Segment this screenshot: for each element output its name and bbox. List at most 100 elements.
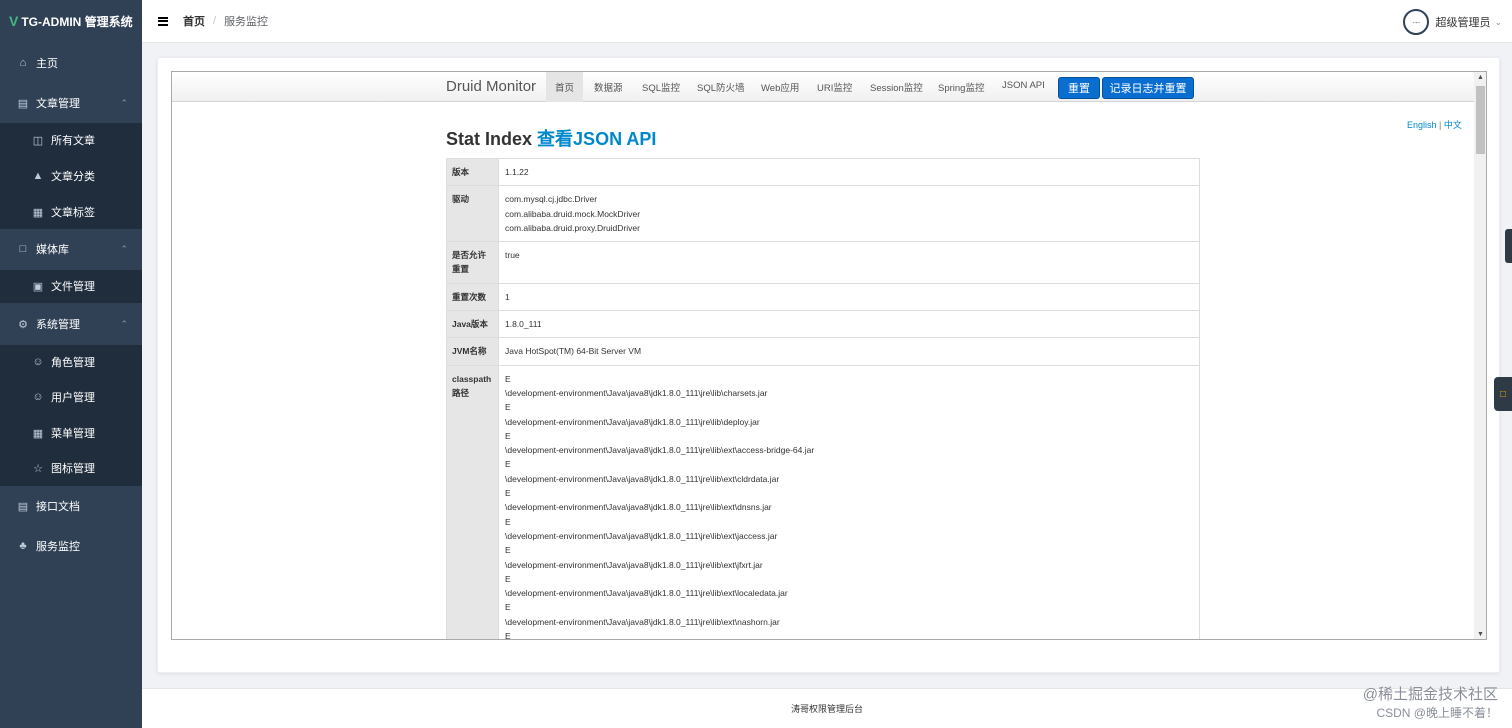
breadcrumb-current: 服务监控	[224, 16, 269, 28]
row-value-line: E	[505, 488, 511, 499]
sidebar-item-label: 文件管理	[51, 281, 95, 293]
sidebar-item-home[interactable]: ⌂ 主页	[0, 48, 142, 78]
sidebar-item-user-management[interactable]: ☺ 用户管理	[0, 382, 142, 412]
grid-icon: ▦	[32, 206, 44, 219]
lock-icon: ▲	[32, 170, 44, 182]
json-api-link[interactable]: 查看JSON API	[537, 129, 656, 149]
reset-button[interactable]: 重置	[1058, 77, 1100, 99]
table-row: 驱动 com.mysql.cj.jdbc.Driver com.alibaba.dr…	[446, 185, 1200, 243]
row-value: 1.8.0_111	[498, 310, 1200, 339]
table-row: Java版本 1.8.0_111	[446, 310, 1200, 339]
log-and-reset-button[interactable]: 记录日志并重置	[1102, 77, 1194, 99]
sidebar-item-label: 接口文档	[36, 501, 80, 513]
row-value-line: E	[505, 545, 511, 556]
lang-english-link[interactable]: English	[1407, 120, 1437, 130]
user-icon: ☺	[32, 356, 44, 368]
plugin-icon: □	[1499, 388, 1507, 400]
sidebar-item-label: 文章分类	[51, 171, 95, 183]
picture-icon: ▣	[32, 280, 44, 293]
row-value-line: \development-environment\Java\java8\jdk1…	[505, 473, 780, 484]
druid-nav-home[interactable]: 首页	[546, 72, 584, 102]
breadcrumb-home[interactable]: 首页	[183, 13, 205, 29]
row-value-line: \development-environment\Java\java8\jdk1…	[505, 616, 780, 627]
side-drawer-tab[interactable]	[1505, 229, 1512, 263]
app-logo[interactable]: V TG-ADMIN 管理系统	[0, 0, 142, 42]
sidebar-item-label: 系统管理	[36, 319, 80, 331]
sidebar-item-all-articles[interactable]: ◫ 所有文章	[0, 125, 142, 155]
row-value-line: E	[505, 459, 511, 470]
hamburger-menu-icon[interactable]	[158, 16, 168, 26]
top-header: 首页 / 服务监控 ·-· 超级管理员 ⌄	[142, 0, 1512, 43]
sidebar-item-label: 主页	[36, 58, 58, 70]
sidebar-item-media-library[interactable]: □ 媒体库 ⌃	[0, 234, 142, 264]
sidebar-item-label: 服务监控	[36, 541, 80, 553]
row-value: com.mysql.cj.jdbc.Driver com.alibaba.drui…	[498, 185, 1200, 243]
row-value: 1.1.22	[498, 157, 1200, 187]
row-value-line: \development-environment\Java\java8\jdk1…	[505, 387, 768, 398]
table-row: JVM名称 Java HotSpot(TM) 64-Bit Server VM	[446, 337, 1200, 366]
sidebar-item-label: 文章管理	[36, 98, 80, 110]
druid-nav-sql-firewall[interactable]: SQL防火墙	[697, 80, 745, 94]
row-value-line: \development-environment\Java\java8\jdk1…	[505, 502, 772, 513]
row-key: 是否允许重置	[446, 241, 499, 284]
gear-icon: ⚙	[18, 318, 28, 331]
druid-nav-spring-monitor[interactable]: Spring监控	[938, 80, 984, 94]
row-value-line: E	[505, 430, 511, 441]
scrollbar-thumb[interactable]	[1476, 86, 1485, 154]
sidebar-item-api-docs[interactable]: ▤ 接口文档	[0, 491, 142, 521]
page-title-text: Stat Index	[446, 129, 533, 149]
sidebar-item-system-management[interactable]: ⚙ 系统管理 ⌃	[0, 309, 142, 339]
druid-nav-sql-monitor[interactable]: SQL监控	[642, 80, 680, 94]
side-plugin-tab[interactable]: □	[1494, 377, 1512, 411]
sidebar-item-icon-management[interactable]: ☆ 图标管理	[0, 453, 142, 483]
druid-nav-json-api[interactable]: JSON API	[1002, 80, 1045, 91]
row-value-line: \development-environment\Java\java8\jdk1…	[505, 530, 778, 541]
chevron-up-icon: ⌃	[120, 243, 128, 254]
druid-nav-session-monitor[interactable]: Session监控	[870, 80, 923, 94]
druid-nav-uri-monitor[interactable]: URI监控	[817, 80, 852, 94]
sidebar: V TG-ADMIN 管理系统 ⌂ 主页 ▤ 文章管理 ⌃ ◫ 所有文章 ▲ 文…	[0, 0, 142, 728]
row-value: Java HotSpot(TM) 64-Bit Server VM	[498, 337, 1200, 366]
language-switcher: English | 中文	[1407, 118, 1462, 131]
app-title: TG-ADMIN 管理系统	[21, 14, 133, 29]
row-value-line: 1.1.22	[505, 167, 529, 177]
sidebar-item-role-management[interactable]: ☺ 角色管理	[0, 347, 142, 377]
user-icon: ☺	[32, 391, 44, 403]
sidebar-item-article-categories[interactable]: ▲ 文章分类	[0, 161, 142, 191]
row-value-line: \development-environment\Java\java8\jdk1…	[505, 559, 763, 570]
sidebar-item-label: 菜单管理	[51, 428, 95, 440]
lang-chinese-link[interactable]: 中文	[1444, 120, 1462, 130]
sidebar-item-file-management[interactable]: ▣ 文件管理	[0, 271, 142, 301]
row-value: 1	[498, 282, 1200, 312]
sidebar-item-article-management[interactable]: ▤ 文章管理 ⌃	[0, 88, 142, 118]
stat-index-table: 版本 1.1.22 驱动 com.mysql.cj.jdbc.Driver com.al…	[446, 157, 1200, 640]
row-key: 驱动	[446, 185, 499, 243]
page-title: Stat Index 查看JSON API	[446, 125, 656, 151]
row-value-line: E	[505, 602, 511, 613]
row-value-line: Java HotSpot(TM) 64-Bit Server VM	[505, 346, 642, 357]
scroll-up-arrow-icon[interactable]: ▲	[1477, 74, 1484, 81]
document-icon: ▤	[17, 97, 29, 110]
row-value-line: com.mysql.cj.jdbc.Driver	[505, 194, 598, 205]
table-row: 重置次数 1	[446, 282, 1200, 312]
sidebar-item-service-monitor[interactable]: ♣ 服务监控	[0, 531, 142, 561]
row-key: classpath路径	[446, 364, 499, 639]
row-key: Java版本	[446, 310, 499, 339]
document-icon: ▤	[17, 500, 29, 513]
sidebar-item-label: 媒体库	[36, 244, 69, 256]
scrollbar[interactable]: ▲ ▼	[1474, 72, 1486, 639]
user-dropdown[interactable]: ·-· 超级管理员 ⌄	[1403, 9, 1502, 35]
row-value-line: E	[505, 373, 511, 384]
scroll-down-arrow-icon[interactable]: ▼	[1477, 631, 1484, 638]
row-value: E \development-environment\Java\java8\jdk…	[498, 364, 1200, 640]
columns-icon: ◫	[32, 134, 44, 147]
sidebar-item-menu-management[interactable]: ▦ 菜单管理	[0, 418, 142, 448]
table-row: 是否允许重置 true	[446, 241, 1200, 284]
row-value-line: E	[505, 631, 511, 640]
row-value-line: \development-environment\Java\java8\jdk1…	[505, 588, 788, 599]
sidebar-item-article-tags[interactable]: ▦ 文章标签	[0, 197, 142, 227]
row-value-line: com.alibaba.druid.mock.MockDriver	[505, 208, 641, 219]
druid-brand[interactable]: Druid Monitor	[446, 78, 536, 95]
druid-nav-web-app[interactable]: Web应用	[761, 80, 799, 94]
druid-nav-datasource[interactable]: 数据源	[594, 80, 623, 94]
